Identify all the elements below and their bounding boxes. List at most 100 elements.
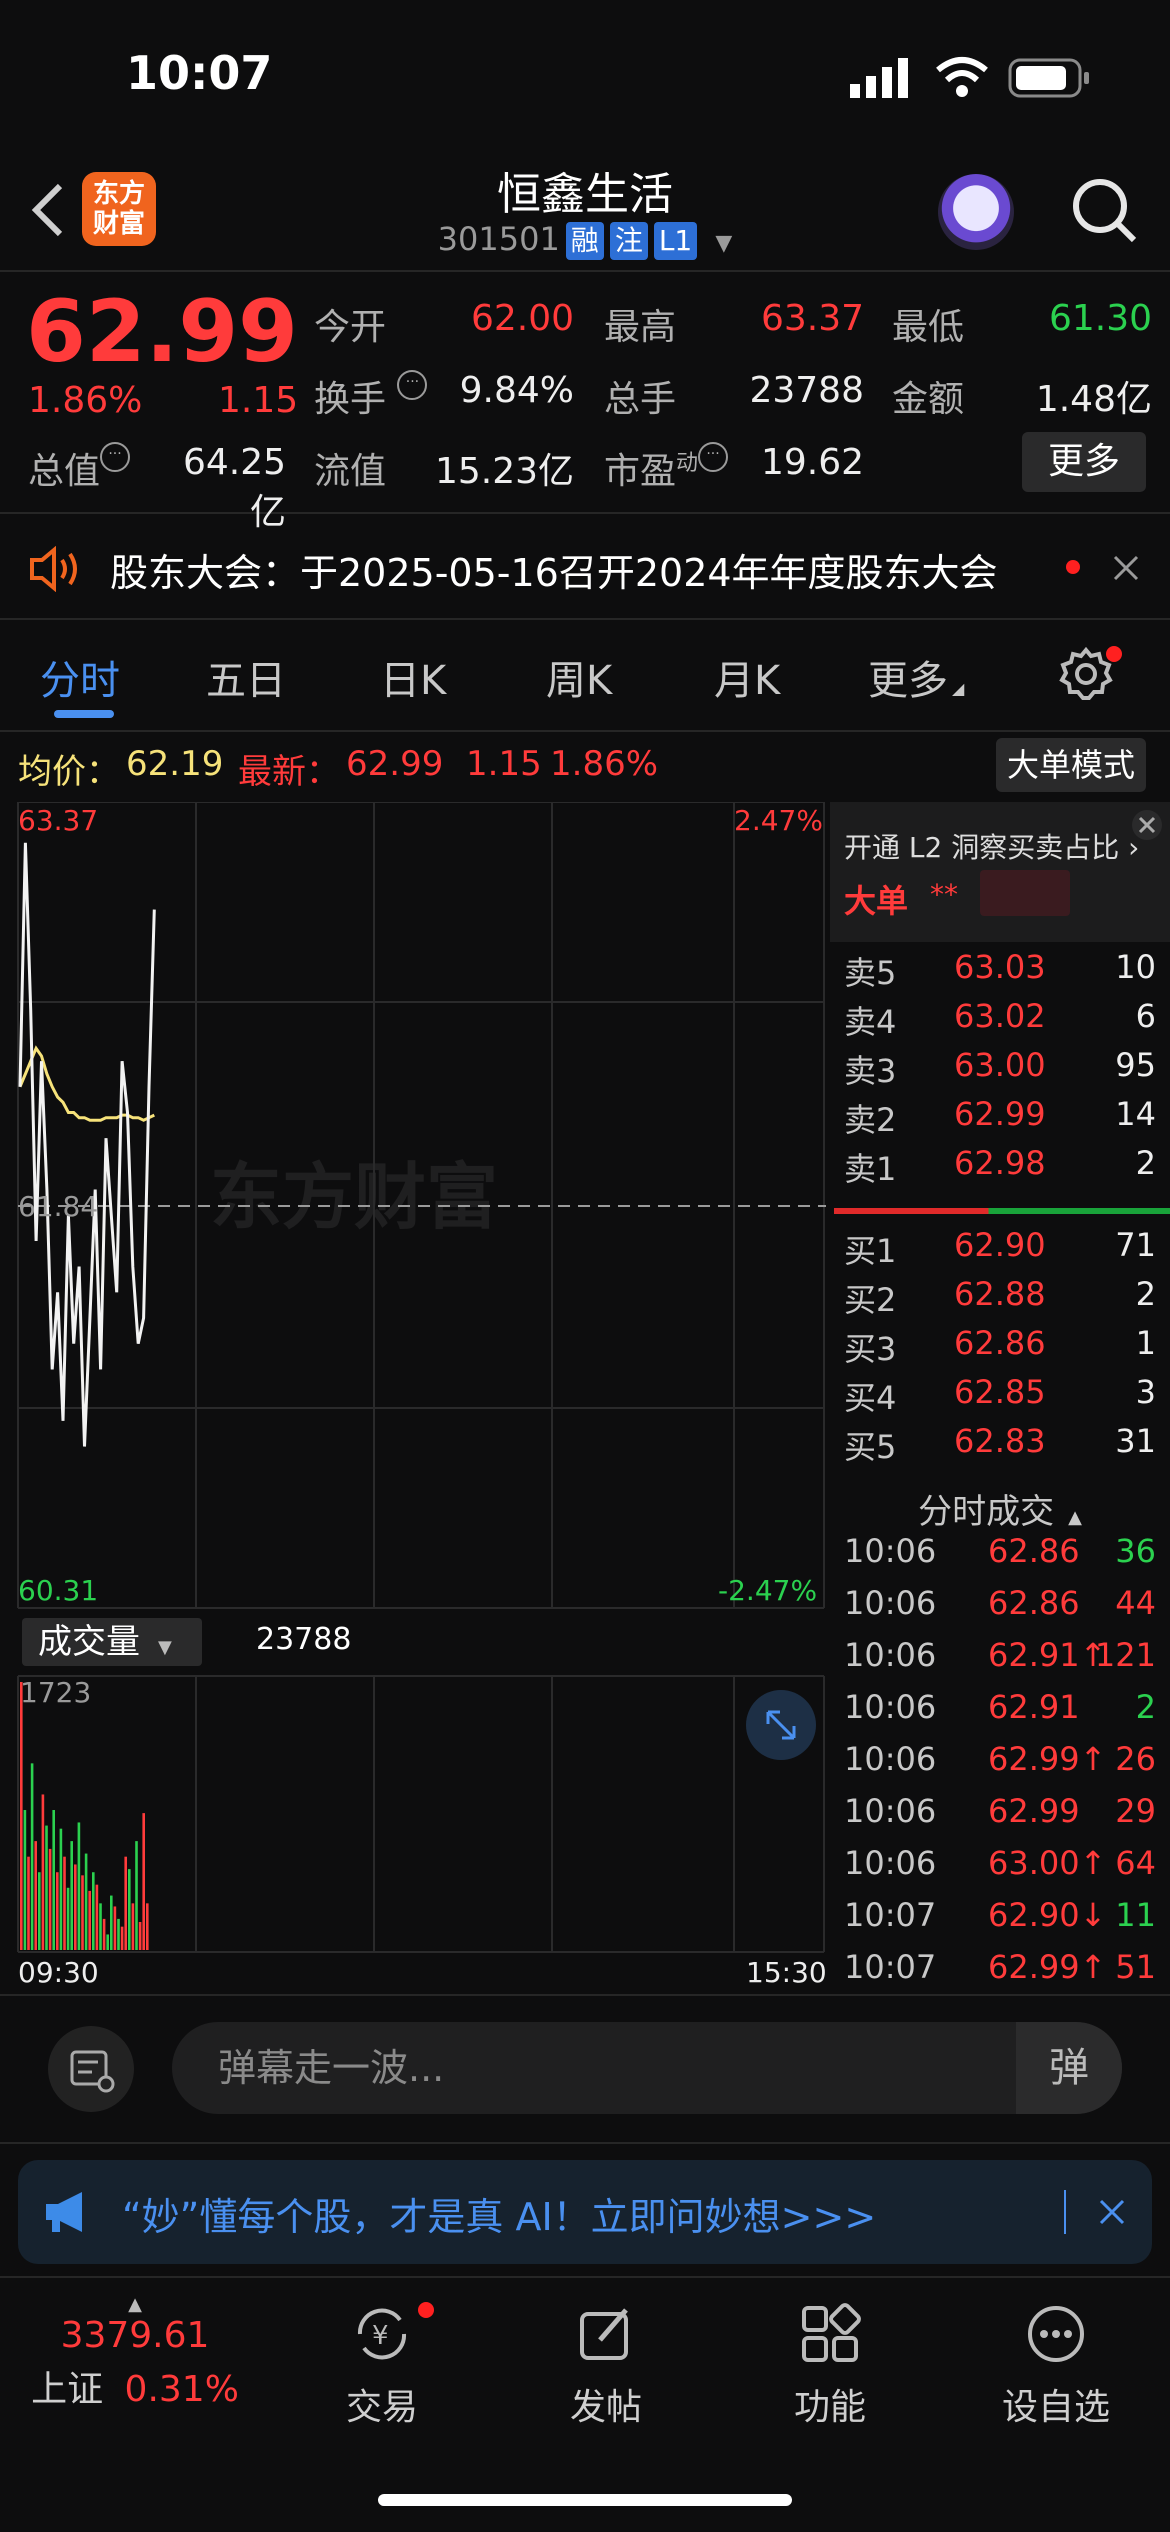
turnover-label-text: 换手 [314, 379, 387, 420]
index-ticker[interactable]: ▲ 3379.61 上证 0.31% [0, 2294, 270, 2434]
close-icon[interactable] [1112, 554, 1140, 582]
bid-row-label: 买5 [844, 1428, 897, 1466]
tick-time: 10:06 [844, 1532, 937, 1570]
ai-assistant-icon[interactable] [938, 174, 1014, 250]
tick-qty: 44 [1115, 1584, 1156, 1622]
low-value: 61.30 [1048, 298, 1152, 339]
intraday-chart[interactable]: 东方财富 63.37 61.84 60.31 2.47% -2.47% 成交量 ▼… [0, 802, 827, 1990]
float-label: 流值 [314, 451, 387, 492]
volume-selector[interactable]: 成交量 ▼ [22, 1618, 202, 1666]
edit-icon [580, 2308, 628, 2360]
tab-monthly-k[interactable]: 月K [714, 648, 780, 706]
nav-post[interactable]: 发帖 [526, 2302, 686, 2430]
volume-bar [41, 1794, 45, 1950]
nav-watchlist[interactable]: 设自选 [976, 2302, 1136, 2430]
ask-row[interactable]: 卖5 63.03 10 [830, 948, 1170, 997]
tick-row: 10:06 62.99↑ 26 [830, 1740, 1170, 1792]
bid-row-label: 买3 [844, 1330, 897, 1368]
danmu-toggle-button[interactable]: 弹 [1016, 2022, 1122, 2114]
close-icon[interactable] [1098, 2198, 1126, 2226]
more-button[interactable]: 更多 [1022, 432, 1146, 492]
tab-five-day[interactable]: 五日 [206, 648, 286, 706]
header: 东方财富 恒鑫生活 301501 融注 L1 ▼ [0, 150, 1170, 272]
ask-row[interactable]: 卖3 63.00 95 [830, 1046, 1170, 1095]
bid-row[interactable]: 买3 62.86 1 [830, 1324, 1170, 1373]
price-line [18, 842, 156, 1447]
ask-row-qty: 6 [1135, 997, 1156, 1035]
ticks-title[interactable]: 分时成交 ▲ [830, 1484, 1170, 1533]
trade-badge-dot [418, 2302, 434, 2318]
volume-bar [117, 1918, 120, 1950]
more-dots-icon[interactable]: ··· [698, 442, 729, 472]
bottom-nav: ▲ 3379.61 上证 0.31% ¥ 交易 发帖 功能 设自选 [0, 2276, 1170, 2532]
l2-promo[interactable]: 开通 L2 洞察买卖占比 › 大单 ** [830, 802, 1170, 942]
tab-underline [54, 710, 114, 718]
speaker-icon [30, 546, 77, 592]
expand-up-icon: ▲ [128, 2294, 142, 2315]
more-dots-icon[interactable]: ··· [100, 442, 131, 472]
avg-value: 62.19 [126, 744, 224, 784]
high-label: 最高 [604, 307, 677, 348]
danmu-settings-button[interactable] [48, 2026, 134, 2112]
tick-time: 10:07 [844, 1948, 937, 1986]
tab-daily-k[interactable]: 日K [380, 648, 446, 706]
quote-panel: 62.99 1.86% 1.15 今开 62.00 最高 63.37 最低 61… [0, 274, 1170, 533]
bid-row[interactable]: 买2 62.88 2 [830, 1275, 1170, 1324]
expand-chart-button[interactable] [746, 1690, 816, 1760]
battery-icon [1008, 58, 1089, 98]
amount-value: 1.48亿 [1035, 379, 1152, 420]
nav-trade[interactable]: ¥ 交易 [302, 2302, 462, 2430]
volume-bar [124, 1856, 127, 1950]
badge-margin: 融 [565, 222, 604, 260]
nav-functions[interactable]: 功能 [750, 2302, 910, 2430]
chart-canvas[interactable]: 东方财富 [0, 802, 826, 1990]
ask-row-price: 63.03 [954, 948, 1046, 986]
badge-level: L1 [653, 222, 698, 260]
close-icon[interactable] [1130, 808, 1164, 842]
latest-label: 最新： [238, 752, 340, 792]
bid-row[interactable]: 买1 62.90 71 [830, 1226, 1170, 1275]
volume-bar [128, 1869, 131, 1950]
ask-row[interactable]: 卖4 63.02 6 [830, 997, 1170, 1046]
bid-row-qty: 2 [1135, 1275, 1156, 1313]
danmu-input[interactable]: 弹幕走一波... 弹 [172, 2022, 1122, 2114]
ask-row-label: 卖3 [844, 1052, 897, 1090]
corner-triangle-icon: ◢ [952, 679, 965, 698]
index-pct: 0.31% [124, 2369, 239, 2410]
tick-qty: 121 [1094, 1636, 1156, 1674]
index-row: 上证 0.31% [0, 2360, 270, 2412]
volume-bar [52, 1810, 55, 1950]
volume-bar [92, 1872, 95, 1950]
search-icon[interactable] [1070, 176, 1140, 246]
svg-text:¥: ¥ [372, 2321, 389, 2351]
bid-row-qty: 3 [1135, 1373, 1156, 1411]
nav-trade-label: 交易 [345, 2387, 418, 2428]
ask-row[interactable]: 卖2 62.99 14 [830, 1095, 1170, 1144]
bid-row[interactable]: 买4 62.85 3 [830, 1373, 1170, 1422]
bid-row[interactable]: 买5 62.83 31 [830, 1422, 1170, 1471]
volume-bar [88, 1890, 91, 1950]
volume-bar [95, 1884, 99, 1950]
volume-bar [120, 1926, 124, 1950]
nav-watchlist-label: 设自选 [1001, 2387, 1110, 2428]
chart-grid [17, 802, 825, 1953]
ticks-title-text: 分时成交 [918, 1492, 1055, 1532]
apps-grid-icon [802, 2303, 861, 2362]
volume-bar [63, 1856, 66, 1950]
volume-bar [38, 1872, 41, 1950]
ai-promo-banner[interactable]: “妙”懂每个股，才是真 AI！立即问妙想>>> [18, 2160, 1152, 2264]
change-amount: 1.15 [218, 380, 299, 421]
tab-intraday[interactable]: 分时 [40, 648, 120, 706]
ask-row[interactable]: 卖1 62.98 2 [830, 1144, 1170, 1193]
tick-row: 10:06 63.00↑ 64 [830, 1844, 1170, 1896]
volume-bar [45, 1825, 48, 1950]
tick-qty: 26 [1115, 1740, 1156, 1778]
ask-row-price: 62.99 [954, 1095, 1046, 1133]
tab-more[interactable]: 更多 ◢ [868, 648, 964, 706]
l2-promo-label: 开通 L2 洞察买卖占比 [844, 831, 1120, 864]
more-dots-icon[interactable]: ··· [397, 370, 428, 400]
volume-bar [146, 1903, 149, 1950]
notice-bar[interactable]: 股东大会：于2025-05-16召开2024年年度股东大会 [0, 516, 1170, 620]
tab-weekly-k[interactable]: 周K [546, 648, 612, 706]
big-order-mode-button[interactable]: 大单模式 [996, 738, 1146, 792]
